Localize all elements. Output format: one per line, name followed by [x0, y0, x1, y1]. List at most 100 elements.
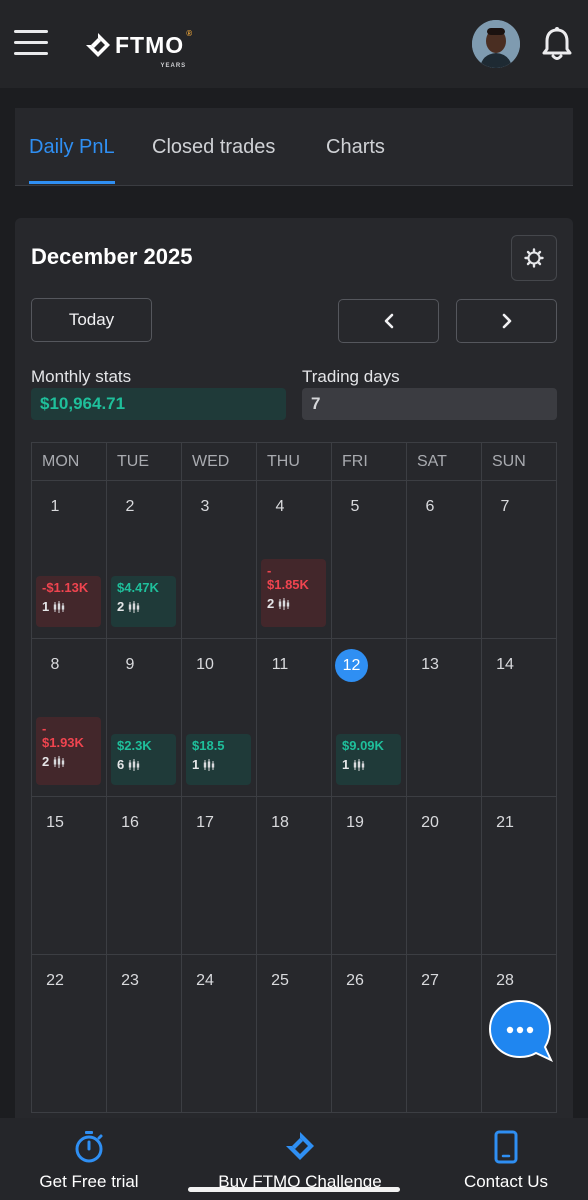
ftmo-logo[interactable]: FTMO ® YEARS: [85, 28, 194, 69]
calendar-day-cell[interactable]: 6: [407, 481, 482, 638]
calendar-day-cell[interactable]: 8 - $1.93K 2: [32, 639, 107, 796]
calendar-day-cell[interactable]: 27: [407, 955, 482, 1112]
day-number: 26: [346, 972, 364, 989]
calendar-day-cell[interactable]: 14: [482, 639, 557, 796]
daily-pnl-badge[interactable]: - $1.93K 2: [36, 717, 101, 785]
day-number: 13: [421, 656, 439, 673]
candlestick-icon: [129, 758, 140, 771]
day-number: 9: [125, 656, 135, 673]
day-number: 19: [346, 814, 364, 831]
day-number: 28: [496, 972, 514, 989]
tab-closed-trades[interactable]: Closed trades: [152, 136, 275, 159]
tab-daily-pnl[interactable]: Daily PnL: [29, 136, 115, 159]
candlestick-icon: [354, 758, 365, 771]
candlestick-icon: [279, 597, 290, 610]
chevron-right-icon: [502, 313, 511, 329]
calendar-day-cell[interactable]: 18: [257, 797, 332, 954]
ftmo-logo-icon: [286, 1132, 314, 1160]
tab-charts[interactable]: Charts: [326, 136, 385, 159]
day-number: 7: [500, 498, 510, 515]
calendar-day-cell[interactable]: 16: [107, 797, 182, 954]
daily-pnl-badge[interactable]: - $1.85K 2: [261, 559, 326, 627]
day-number: 27: [421, 972, 439, 989]
hamburger-menu-icon[interactable]: [14, 30, 48, 58]
trading-days-label: Trading days: [302, 367, 400, 386]
weekday-header: MON TUE WED THU FRI SAT SUN: [31, 442, 557, 481]
calendar-day-cell[interactable]: 3: [182, 481, 257, 638]
calendar-week-row: 1 -$1.13K 1 2 $4.47K 2 3 4 - $1.85K 2 5 6 7: [31, 481, 557, 639]
month-title: December 2025: [31, 244, 193, 269]
calendar-day-cell[interactable]: 11: [257, 639, 332, 796]
candlestick-icon: [129, 600, 140, 613]
pnl-value: $18.5: [192, 738, 225, 753]
daily-pnl-badge[interactable]: $9.09K 1: [336, 734, 401, 785]
calendar-day-cell[interactable]: 12 $9.09K 1: [332, 639, 407, 796]
daily-pnl-badge[interactable]: $4.47K 2: [111, 576, 176, 627]
calendar-day-cell[interactable]: 15: [32, 797, 107, 954]
day-number: 6: [425, 498, 435, 515]
calendar-day-cell[interactable]: 26: [332, 955, 407, 1112]
day-number: 5: [350, 498, 360, 515]
day-number: 4: [275, 498, 285, 515]
day-number: 8: [50, 656, 60, 673]
calendar-day-cell[interactable]: 9 $2.3K 6: [107, 639, 182, 796]
previous-month-button[interactable]: [338, 299, 439, 343]
user-avatar[interactable]: [472, 20, 520, 68]
day-number: 3: [200, 498, 210, 515]
chat-bubble-icon[interactable]: [488, 999, 554, 1063]
calendar-day-cell[interactable]: 17: [182, 797, 257, 954]
tab-bar: Daily PnL Closed trades Charts: [15, 108, 573, 186]
calendar-day-cell[interactable]: 23: [107, 955, 182, 1112]
calendar-day-cell[interactable]: 13: [407, 639, 482, 796]
calendar-day-cell[interactable]: 19: [332, 797, 407, 954]
calendar-day-cell[interactable]: 25: [257, 955, 332, 1112]
candlestick-icon: [204, 758, 215, 771]
bell-icon[interactable]: [540, 26, 574, 62]
home-indicator: [188, 1187, 400, 1192]
daily-pnl-badge[interactable]: -$1.13K 1: [36, 576, 101, 627]
pnl-value: $2.3K: [117, 738, 152, 753]
calendar-day-cell[interactable]: 21: [482, 797, 557, 954]
pnl-value: - $1.93K: [42, 721, 84, 750]
calendar-day-cell[interactable]: 10 $18.5 1: [182, 639, 257, 796]
weekday-label: MON: [32, 443, 107, 480]
daily-pnl-badge[interactable]: $2.3K 6: [111, 734, 176, 785]
today-day-number: 12: [335, 649, 368, 682]
weekday-label: SAT: [407, 443, 482, 480]
active-tab-indicator: [29, 181, 115, 184]
day-number: 20: [421, 814, 439, 831]
calendar-day-cell[interactable]: 20: [407, 797, 482, 954]
calendar-day-cell[interactable]: 4 - $1.85K 2: [257, 481, 332, 638]
get-free-trial-button[interactable]: Get Free trial: [29, 1118, 149, 1200]
phone-icon: [494, 1130, 518, 1164]
weekday-label: FRI: [332, 443, 407, 480]
calendar-weeks: 1 -$1.13K 1 2 $4.47K 2 3 4- $1.85K 2 5 6 7 8- $1.93K…: [31, 481, 557, 1113]
next-month-button[interactable]: [456, 299, 557, 343]
trade-count: 2: [42, 754, 101, 769]
stopwatch-icon: [75, 1131, 103, 1163]
pnl-value: $4.47K: [117, 580, 159, 595]
calendar-day-cell[interactable]: 2 $4.47K 2: [107, 481, 182, 638]
calendar-grid: MON TUE WED THU FRI SAT SUN 1 -$1.13K 1 2 $4…: [31, 442, 557, 1113]
trade-count-value: 2: [42, 754, 50, 769]
day-number: 24: [196, 972, 214, 989]
calendar-week-row: 22 23 24 25 26 27 28: [31, 955, 557, 1113]
calendar-day-cell[interactable]: 5: [332, 481, 407, 638]
day-number: 10: [196, 656, 214, 673]
trade-count-value: 6: [117, 757, 125, 772]
calendar-settings-button[interactable]: [511, 235, 557, 281]
today-button[interactable]: Today: [31, 298, 152, 342]
contact-us-button[interactable]: Contact Us: [451, 1118, 561, 1200]
calendar-day-cell[interactable]: 22: [32, 955, 107, 1112]
calendar-day-cell[interactable]: 7: [482, 481, 557, 638]
day-number: 22: [46, 972, 64, 989]
trading-days-value: 7: [302, 388, 557, 420]
daily-pnl-badge[interactable]: $18.5 1: [186, 734, 251, 785]
logo-text: FTMO ® YEARS: [115, 28, 194, 69]
trade-count-value: 1: [342, 757, 350, 772]
day-number: 2: [125, 498, 135, 515]
calendar-day-cell[interactable]: 1 -$1.13K 1: [32, 481, 107, 638]
calendar-day-cell[interactable]: 24: [182, 955, 257, 1112]
weekday-label: WED: [182, 443, 257, 480]
nav-label: Contact Us: [463, 1172, 549, 1191]
